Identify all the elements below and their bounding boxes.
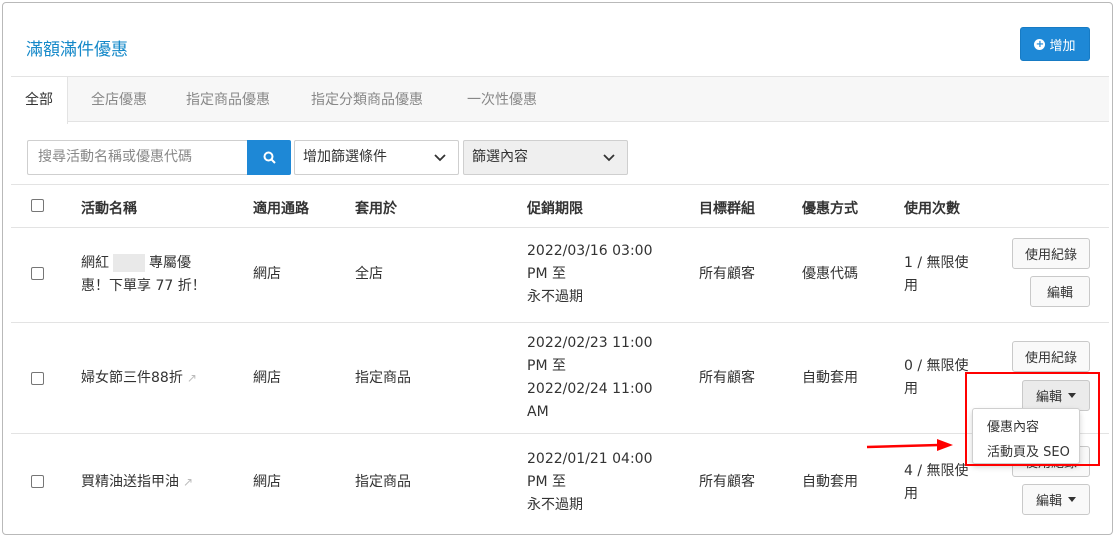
add-filter-select[interactable]: 增加篩選條件 [294, 140, 459, 175]
plus-circle-icon: + [1034, 38, 1046, 50]
row-name-part: 惠！下單享 77 折！ [81, 278, 206, 294]
search-button[interactable] [247, 140, 291, 175]
period-line: 永不過期 [527, 289, 583, 305]
header-method: 優惠方式 [802, 201, 858, 217]
row-method: 優惠代碼 [802, 266, 858, 282]
annotation-highlight-box [965, 372, 1100, 466]
header-channel: 適用通路 [253, 201, 309, 217]
row-name-part: 網紅 [81, 255, 109, 271]
usage-line: 用 [904, 278, 918, 294]
row-name[interactable]: 網紅 專屬優 惠！下單享 77 折！ [81, 252, 241, 298]
row-apply-to: 指定商品 [355, 474, 411, 490]
header-period: 促銷期限 [527, 201, 583, 217]
usage-line: 1 / 無限使 [904, 255, 969, 271]
row-period: 2022/03/16 03:00 PM 至 永不過期 [527, 240, 653, 309]
redacted-block [113, 254, 145, 272]
search-icon [263, 151, 276, 164]
period-line: PM 至 [527, 474, 566, 490]
tab-all[interactable]: 全部 [11, 77, 68, 124]
tab-store-wide[interactable]: 全店優惠 [91, 77, 147, 123]
period-line: PM 至 [527, 358, 566, 374]
tab-one-time[interactable]: 一次性優惠 [467, 77, 537, 123]
period-line: 2022/02/23 11:00 [527, 335, 653, 351]
chevron-down-icon [434, 154, 446, 162]
add-button[interactable]: + 增加 [1020, 27, 1090, 61]
period-line: 2022/02/24 11:00 [527, 381, 653, 397]
header-name: 活動名稱 [81, 201, 137, 217]
edit-button[interactable]: 編輯 [1030, 276, 1090, 307]
header-usage: 使用次數 [904, 201, 960, 217]
edit-label: 編輯 [1035, 494, 1062, 509]
row-group: 所有顧客 [699, 474, 755, 490]
usage-line: 0 / 無限使 [904, 358, 969, 374]
tab-specific-categories[interactable]: 指定分類商品優惠 [311, 77, 423, 123]
divider [11, 184, 1109, 185]
tab-specific-products[interactable]: 指定商品優惠 [186, 77, 270, 123]
page-frame: 滿額滿件優惠 + 增加 全部 全店優惠 指定商品優惠 指定分類商品優惠 一次性優… [2, 2, 1113, 535]
row-apply-to: 全店 [355, 266, 383, 282]
row-channel: 網店 [253, 370, 281, 386]
period-line: 2022/03/16 03:00 [527, 243, 653, 259]
header-apply-to: 套用於 [355, 201, 397, 217]
usage-log-button[interactable]: 使用紀錄 [1012, 238, 1090, 269]
row-channel: 網店 [253, 266, 281, 282]
edit-dropdown-button[interactable]: 編輯 [1022, 484, 1090, 515]
external-link-icon[interactable]: ↗ [183, 475, 193, 489]
header-group: 目標群組 [699, 201, 755, 217]
row-method: 自動套用 [802, 474, 858, 490]
row-name-label: 婦女節三件88折 [81, 370, 183, 386]
row-usage: 1 / 無限使 用 [904, 252, 969, 298]
row-usage: 4 / 無限使 用 [904, 460, 969, 506]
search-input[interactable]: 搜尋活動名稱或優惠代碼 [27, 140, 247, 175]
period-line: AM [527, 404, 549, 420]
annotation-arrow-icon [866, 439, 953, 451]
filter-content-label: 篩選內容 [472, 149, 528, 165]
usage-line: 用 [904, 381, 918, 397]
row-period: 2022/01/21 04:00 PM 至 永不過期 [527, 448, 653, 517]
row-name-part: 專屬優 [149, 255, 191, 271]
divider [11, 322, 1109, 323]
period-line: 2022/01/21 04:00 [527, 451, 653, 467]
add-button-label: 增加 [1049, 38, 1076, 54]
row-name[interactable]: 買精油送指甲油 ↗ [81, 471, 193, 494]
row-channel: 網店 [253, 474, 281, 490]
add-filter-label: 增加篩選條件 [303, 149, 387, 165]
divider [11, 227, 1109, 228]
row-name[interactable]: 婦女節三件88折 ↗ [81, 367, 197, 390]
row-name-label: 買精油送指甲油 [81, 474, 179, 490]
period-line: 永不過期 [527, 497, 583, 513]
filter-content-select[interactable]: 篩選內容 [463, 140, 628, 175]
row-group: 所有顧客 [699, 266, 755, 282]
row-period: 2022/02/23 11:00 PM 至 2022/02/24 11:00 A… [527, 332, 653, 424]
divider [11, 433, 1109, 434]
row-method: 自動套用 [802, 370, 858, 386]
usage-line: 4 / 無限使 [904, 463, 969, 479]
page-title: 滿額滿件優惠 [26, 40, 128, 60]
select-all-checkbox[interactable] [31, 199, 44, 212]
usage-line: 用 [904, 486, 918, 502]
tab-bar: 全部 全店優惠 指定商品優惠 指定分類商品優惠 一次性優惠 [11, 76, 1109, 124]
caret-down-icon [1068, 497, 1076, 502]
usage-log-button[interactable]: 使用紀錄 [1012, 341, 1090, 372]
external-link-icon[interactable]: ↗ [187, 371, 197, 385]
row-usage: 0 / 無限使 用 [904, 355, 969, 401]
row-checkbox[interactable] [31, 372, 44, 385]
row-group: 所有顧客 [699, 370, 755, 386]
chevron-down-icon [603, 154, 615, 162]
period-line: PM 至 [527, 266, 566, 282]
row-checkbox[interactable] [31, 475, 44, 488]
row-checkbox[interactable] [31, 267, 44, 280]
row-apply-to: 指定商品 [355, 370, 411, 386]
